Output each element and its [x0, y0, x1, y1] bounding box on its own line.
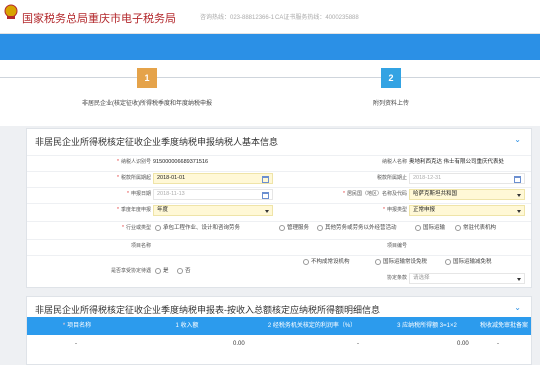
top-header: 国家税务总局重庆市电子税务局 咨询热线：023-88812366-1 CA证书服… [0, 0, 540, 34]
report-type-value: 正常申报 [413, 207, 436, 213]
country-select[interactable]: 哈萨克斯坦共和国 [409, 189, 525, 200]
period-end-field[interactable]: 2018-12-31 [409, 173, 525, 184]
detail-title: 非居民企业所得税核定征收企业季度纳税申报表-按收入总额核定应纳税所得额明细信息 [35, 305, 380, 315]
industry-option[interactable]: 承包工程作业、设计和咨询劳务 [155, 222, 240, 235]
treaty-clause-label: 协定条款 [386, 275, 407, 281]
report-type-select[interactable]: 正常申报 [409, 205, 525, 216]
calendar-icon[interactable] [262, 192, 269, 199]
taxpayer-id-label: * 纳税人识别号 [117, 159, 151, 165]
treaty-clause-select[interactable]: 请选择 [409, 273, 525, 284]
column-header: 2 经税务机关核定的利润率（%） [267, 323, 357, 329]
apply-date-value: 2018-11-13 [157, 191, 185, 197]
declare-type-select[interactable]: 年度 [153, 205, 273, 216]
step-2-label[interactable]: 附列资料上传 [351, 100, 431, 109]
row-date-country: * 申报日期 2018-11-13 * 居民国（地区）名称及代码 哈萨克斯坦共和国 [27, 187, 531, 200]
step-line-right [401, 77, 540, 78]
collapse-icon[interactable]: ⌄ [514, 135, 521, 144]
row-project: 项目名称 项目编号 [27, 239, 531, 252]
taxpayer-name-label: 纳税人名称 [381, 159, 407, 165]
table-cell[interactable]: - [357, 341, 359, 347]
step-line-left [0, 77, 137, 78]
industry-option[interactable]: 其他劳务或劳务以外经营活动 [317, 222, 397, 235]
table-cell[interactable]: - [497, 341, 499, 347]
treaty-yes-radio[interactable]: 是 [155, 265, 169, 278]
column-header: 3 应纳税所得额 3=1×2 [397, 323, 457, 329]
step-line-middle [157, 77, 381, 78]
calendar-icon[interactable] [262, 176, 269, 183]
tax-emblem-icon [4, 4, 18, 19]
apply-date-field[interactable]: 2018-11-13 [153, 189, 273, 200]
row-treaty: 是否享受协定待遇 是 否 不构成常设机构 国际运输常设免税 国际运输减免税 协定… [27, 255, 531, 287]
table-cell[interactable]: 0.00 [457, 341, 469, 347]
caret-down-icon[interactable] [265, 210, 269, 213]
taxpayer-name-value: 奥地利西克达 伟士有限公司重庆代表处 [409, 159, 505, 165]
report-type-label: * 申报类型 [383, 207, 407, 213]
table-cell[interactable]: - [75, 341, 77, 347]
step-2-badge[interactable]: 2 [381, 68, 401, 88]
basic-info-title: 非居民企业所得税核定征收企业季度纳税申报纳税人基本信息 [35, 137, 279, 147]
detail-table-header: * 项目名称 1 收入额 2 经税务机关核定的利润率（%） 3 应纳税所得额 3=… [27, 317, 531, 335]
period-end-value: 2018-12-31 [413, 175, 442, 181]
period-start-value: 2018-01-01 [157, 175, 186, 181]
column-header: 1 收入额 [175, 323, 199, 329]
country-label: * 居民国（地区）名称及代码 [343, 191, 407, 197]
caret-down-icon[interactable] [517, 194, 521, 197]
hotline-text: 咨询热线：023-88812366-1 [200, 15, 275, 21]
step-1-label[interactable]: 非居民企业(核定征收)所得税季度和年度纳税申报 [82, 100, 212, 109]
period-end-label: 税款所属期止 [376, 175, 407, 181]
apply-date-label: * 申报日期 [127, 191, 151, 197]
treaty-option[interactable]: 国际运输减免税 [445, 256, 492, 269]
step-1-badge[interactable]: 1 [137, 68, 157, 88]
treaty-label: 是否享受协定待遇 [110, 268, 151, 274]
project-no-label: 项目编号 [386, 243, 407, 249]
project-name-input[interactable] [153, 241, 283, 252]
ca-hotline-text: CA证书服务热线：4000235888 [275, 15, 359, 21]
table-cell[interactable]: 0.00 [233, 341, 245, 347]
declare-type-value: 年度 [157, 207, 169, 213]
calendar-icon[interactable] [514, 176, 521, 183]
industry-label: * 行业或类型 [122, 225, 151, 231]
collapse-icon[interactable]: ⌄ [514, 303, 521, 312]
column-header: * 项目名称 [62, 323, 92, 329]
row-period: * 税款所属期起 2018-01-01 税款所属期止 2018-12-31 [27, 171, 531, 184]
period-start-field[interactable]: 2018-01-01 [153, 173, 273, 184]
navigation-band [0, 34, 540, 60]
row-industry: * 行业或类型 承包工程作业、设计和咨询劳务 管理服务 其他劳务或劳务以外经营活动… [27, 221, 531, 234]
declare-type-label: * 季度年度申报 [117, 207, 151, 213]
column-header: 税收减免审批备案 [479, 323, 528, 329]
caret-down-icon[interactable] [517, 210, 521, 213]
industry-option[interactable]: 国际运输 [415, 222, 445, 235]
treaty-clause-placeholder: 请选择 [413, 275, 430, 281]
treaty-no-radio[interactable]: 否 [177, 265, 191, 278]
caret-down-icon[interactable] [517, 278, 521, 281]
step-indicator: 1 2 非居民企业(核定征收)所得税季度和年度纳税申报 附列资料上传 [0, 60, 540, 126]
industry-option[interactable]: 管理服务 [279, 222, 309, 235]
industry-option[interactable]: 常驻代表机构 [455, 222, 496, 235]
basic-info-card: 非居民企业所得税核定征收企业季度纳税申报纳税人基本信息 ⌄ * 纳税人识别号 91… [26, 128, 532, 288]
period-start-label: * 税款所属期起 [117, 175, 151, 181]
row-taxpayer: * 纳税人识别号 915000006689371516 纳税人名称 奥地利西克达 … [27, 155, 531, 168]
site-title: 国家税务总局重庆市电子税务局 [22, 13, 176, 25]
row-declare: * 季度年度申报 年度 * 申报类型 正常申报 [27, 203, 531, 216]
project-name-label: 项目名称 [130, 243, 151, 249]
country-value: 哈萨克斯坦共和国 [413, 191, 458, 197]
treaty-option[interactable]: 国际运输常设免税 [375, 256, 427, 269]
project-no-input[interactable] [409, 241, 525, 252]
detail-card: 非居民企业所得税核定征收企业季度纳税申报表-按收入总额核定应纳税所得额明细信息 … [26, 296, 532, 365]
treaty-option[interactable]: 不构成常设机构 [303, 256, 350, 269]
taxpayer-id-value: 915000006689371516 [153, 159, 209, 165]
